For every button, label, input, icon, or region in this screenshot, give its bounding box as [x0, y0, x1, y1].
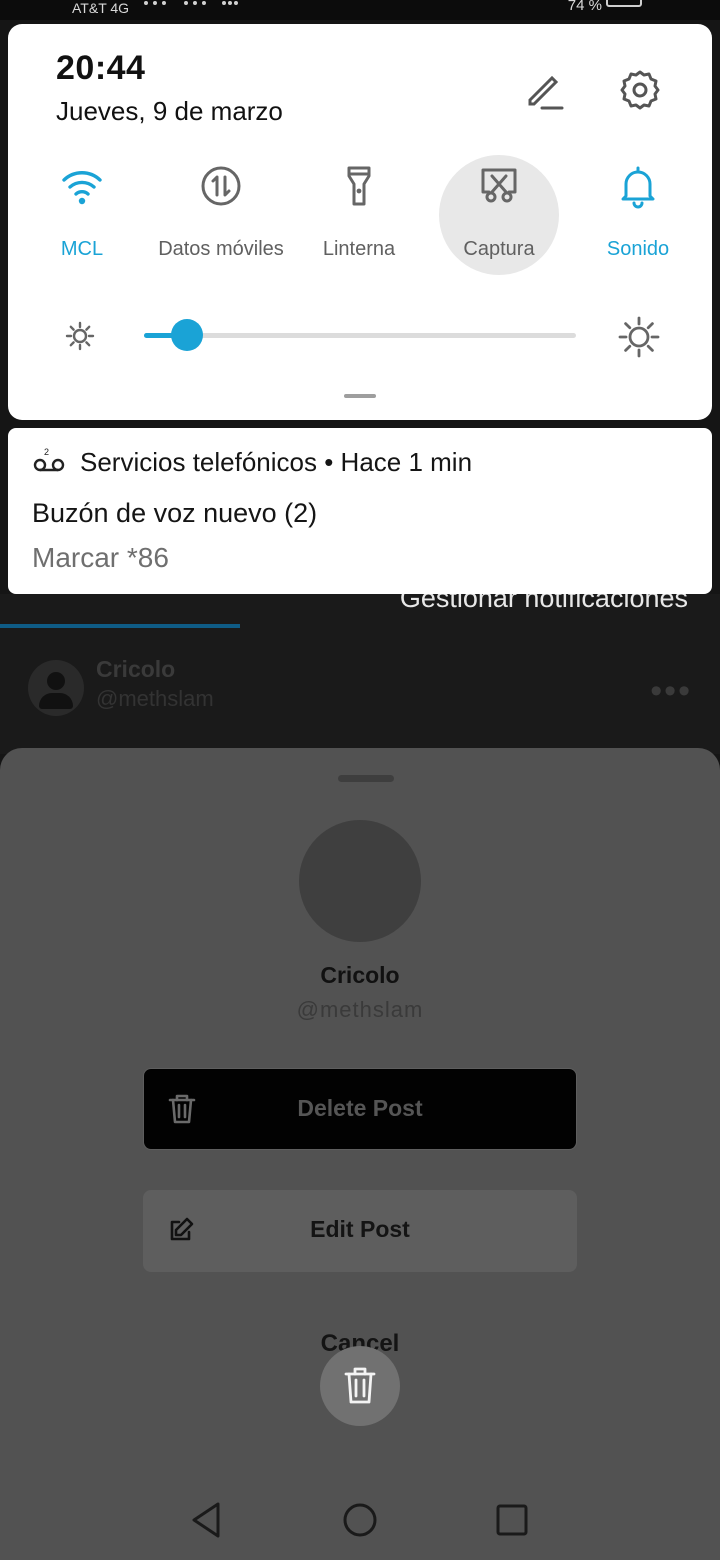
quick-settings-panel: 20:44 Jueves, 9 de marzo MCL Datos móvil…: [8, 24, 712, 420]
voicemail-count-badge: 2: [44, 448, 49, 457]
sheet-author-handle: @methslam: [296, 997, 424, 1022]
delete-post-label: Delete Post: [297, 1095, 423, 1121]
panel-drag-handle[interactable]: [344, 394, 376, 398]
settings-gear-icon[interactable]: [616, 66, 664, 114]
more-options-icon[interactable]: •••: [650, 672, 692, 711]
brightness-slider[interactable]: [144, 319, 576, 351]
edit-tiles-icon[interactable]: [522, 70, 566, 114]
tile-label: Sonido: [606, 238, 670, 260]
notification-title: Buzón de voz nuevo (2): [32, 498, 318, 528]
floating-delete-button[interactable]: [320, 1346, 400, 1426]
post-author-handle: @methslam: [96, 686, 214, 711]
battery-percent: 74 %: [567, 0, 602, 14]
back-icon[interactable]: [184, 1498, 228, 1542]
sheet-author-name: Cricolo: [320, 962, 400, 988]
edit-post-label: Edit Post: [310, 1216, 410, 1242]
notification-source: Servicios telefónicos • Hace 1 min: [80, 447, 473, 477]
data-activity-icon: [222, 1, 238, 9]
post-author-name: Cricolo: [96, 656, 176, 682]
signal-icon: [184, 1, 206, 9]
notification-body: Marcar *86: [32, 542, 169, 573]
sheet-drag-handle[interactable]: [338, 775, 394, 782]
voicemail-notification[interactable]: 2 Servicios telefónicos • Hace 1 min Buz…: [8, 428, 712, 594]
tile-sound[interactable]: Sonido: [568, 154, 708, 274]
delete-post-button[interactable]: Delete Post: [143, 1068, 577, 1150]
brightness-slider-thumb[interactable]: [171, 319, 204, 351]
bell-icon: [621, 166, 655, 209]
avatar: [28, 660, 84, 716]
screenshot-icon: [481, 168, 517, 203]
flashlight-icon: [347, 166, 371, 206]
brightness-low-icon: [65, 321, 95, 351]
tile-flashlight[interactable]: Linterna: [289, 154, 429, 274]
edit-post-button[interactable]: Edit Post: [143, 1190, 577, 1272]
voicemail-icon: 2: [33, 448, 65, 472]
signal-icon: [144, 1, 166, 9]
date-label: Jueves, 9 de marzo: [56, 96, 283, 126]
battery-icon: [606, 0, 642, 7]
wifi-icon: [62, 171, 102, 205]
home-icon[interactable]: [338, 1498, 382, 1542]
tab-indicator: [0, 624, 240, 628]
carrier-label: AT&T 4G: [72, 0, 130, 16]
navigation-bar: [0, 1478, 720, 1560]
clock: 20:44: [56, 49, 146, 87]
trash-icon: [344, 1367, 376, 1404]
recents-icon[interactable]: [490, 1498, 534, 1542]
brightness-high-icon: [618, 316, 660, 358]
mobile-data-icon: [201, 166, 241, 206]
status-bar: AT&T 4G 74 %: [0, 0, 720, 20]
avatar: [299, 820, 421, 942]
